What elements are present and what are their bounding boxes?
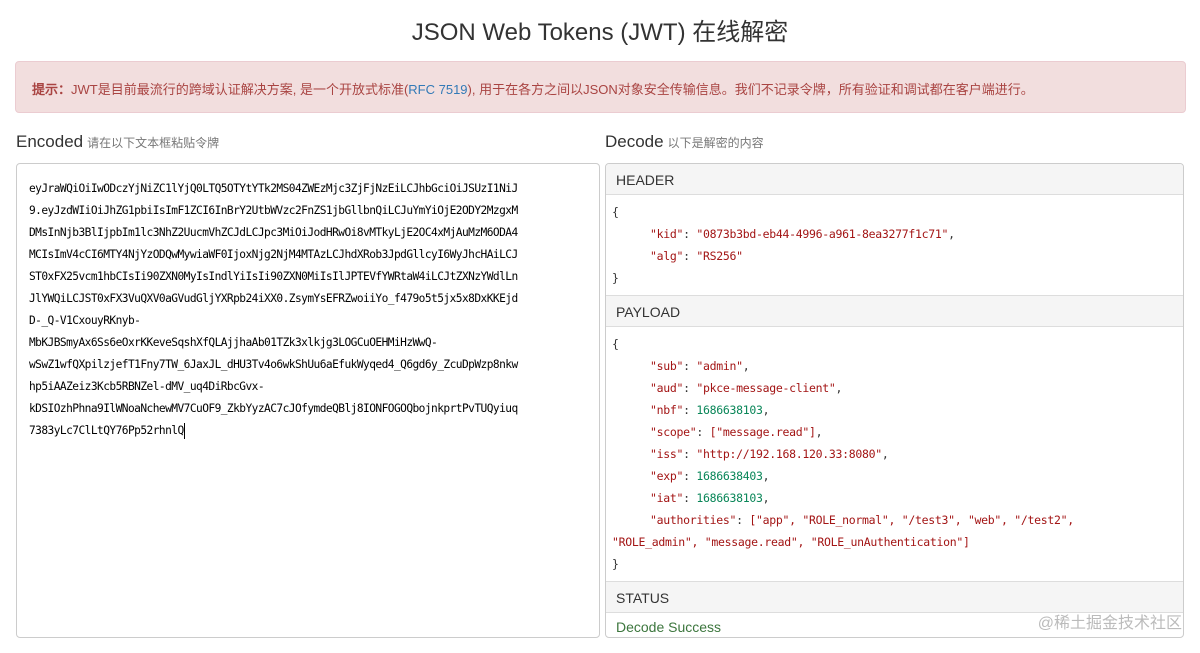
token-line: JlYWQiLCJST0xFX3VuQXV0aGVudGljYXRpb24iXX… <box>29 288 599 310</box>
json-value: 1686638103 <box>696 491 762 505</box>
payload-section-title: PAYLOAD <box>606 296 1183 327</box>
alert-label: 提示： <box>32 82 71 97</box>
json-value: 1686638403 <box>696 469 762 483</box>
json-comma: , <box>835 381 842 395</box>
decode-title: Decode <box>605 132 664 151</box>
encoded-token-textarea[interactable]: eyJraWQiOiIwODczYjNiZC1lYjQ0LTQ5OTYtYTk2… <box>16 163 600 638</box>
json-property: "alg": "RS256" <box>612 245 1177 267</box>
json-property: "nbf": 1686638103, <box>612 399 1177 421</box>
json-comma: , <box>763 491 770 505</box>
header-json: {"kid": "0873b3bd-eb44-4996-a961-8ea3277… <box>606 195 1183 296</box>
json-property: "iat": 1686638103, <box>612 487 1177 509</box>
json-comma: , <box>763 403 770 417</box>
json-key: "kid" <box>650 227 683 241</box>
page-title: JSON Web Tokens (JWT) 在线解密 <box>0 12 1200 47</box>
close-brace: } <box>612 267 1177 289</box>
encoded-title: Encoded <box>16 132 83 151</box>
json-value: 1686638103 <box>696 403 762 417</box>
json-colon: : <box>683 381 696 395</box>
json-key: "exp" <box>650 469 683 483</box>
decode-panel: HEADER {"kid": "0873b3bd-eb44-4996-a961-… <box>605 163 1184 638</box>
text-cursor <box>184 423 185 439</box>
json-value: ["app", "ROLE_normal", "/test3", "web", … <box>749 513 1074 527</box>
token-line: DMsInNjb3BlIjpbIm1lc3NhZ2UucmVhZCJdLCJpc… <box>29 222 599 244</box>
json-key: "authorities" <box>650 513 736 527</box>
close-brace: } <box>612 553 1177 575</box>
json-key: "alg" <box>650 249 683 263</box>
json-key: "iss" <box>650 447 683 461</box>
json-colon: : <box>683 249 696 263</box>
json-property: "sub": "admin", <box>612 355 1177 377</box>
token-line: 9.eyJzdWIiOiJhZG1pbiIsImF1ZCI6InBrY2UtbW… <box>29 200 599 222</box>
json-value: "RS256" <box>696 249 742 263</box>
encoded-hint: 请在以下文本框粘贴令牌 <box>87 136 219 150</box>
json-value: "admin" <box>696 359 742 373</box>
rfc-link[interactable]: RFC 7519 <box>408 82 467 97</box>
json-key: "iat" <box>650 491 683 505</box>
json-comma: , <box>948 227 955 241</box>
json-property: "aud": "pkce-message-client", <box>612 377 1177 399</box>
json-value: "pkce-message-client" <box>696 381 835 395</box>
json-property: "authorities": ["app", "ROLE_normal", "/… <box>612 509 1177 531</box>
alert-text: JWT是目前最流行的跨域认证解决方案, 是一个开放式标准( <box>71 82 408 97</box>
json-value-wrap: "ROLE_admin", "message.read", "ROLE_unAu… <box>612 531 1177 553</box>
token-line: ST0xFX25vcm1hbCIsIi90ZXN0MyIsIndlYiIsIi9… <box>29 266 599 288</box>
token-line: MbKJBSmyAx6Ss6eOxrKKeveSqshXfQLAjjhaAb01… <box>29 332 599 354</box>
json-property: "scope": ["message.read"], <box>612 421 1177 443</box>
json-key: "sub" <box>650 359 683 373</box>
json-colon: : <box>683 403 696 417</box>
decode-hint: 以下是解密的内容 <box>668 136 764 150</box>
decode-heading: Decode 以下是解密的内容 <box>605 132 764 152</box>
watermark: @稀土掘金技术社区 <box>1038 609 1182 633</box>
json-colon: : <box>696 425 709 439</box>
token-line: D-_Q-V1CxouyRKnyb- <box>29 310 599 332</box>
json-comma: , <box>763 469 770 483</box>
json-property: "kid": "0873b3bd-eb44-4996-a961-8ea3277f… <box>612 223 1177 245</box>
token-line: hp5iAAZeiz3Kcb5RBNZel-dMV_uq4DiRbcGvx- <box>29 376 599 398</box>
json-colon: : <box>736 513 749 527</box>
info-alert: 提示：JWT是目前最流行的跨域认证解决方案, 是一个开放式标准(RFC 7519… <box>15 61 1186 113</box>
json-property: "iss": "http://192.168.120.33:8080", <box>612 443 1177 465</box>
json-key: "aud" <box>650 381 683 395</box>
alert-text-after: ), 用于在各方之间以JSON对象安全传输信息。我们不记录令牌，所有验证和调试都… <box>468 82 1034 97</box>
token-line: wSwZ1wfQXpilzjefT1Fny7TW_6JaxJL_dHU3Tv4o… <box>29 354 599 376</box>
open-brace: { <box>612 333 1177 355</box>
json-colon: : <box>683 447 696 461</box>
json-colon: : <box>683 359 696 373</box>
token-line: MCIsImV4cCI6MTY4NjYzODQwMywiaWF0IjoxNjg2… <box>29 244 599 266</box>
json-value: "0873b3bd-eb44-4996-a961-8ea3277f1c71" <box>696 227 948 241</box>
json-property: "exp": 1686638403, <box>612 465 1177 487</box>
json-colon: : <box>683 491 696 505</box>
json-colon: : <box>683 227 696 241</box>
token-line: 7383yLc7ClLtQY76Pp52rhnlQ <box>29 420 599 442</box>
json-key: "scope" <box>650 425 696 439</box>
json-comma: , <box>882 447 889 461</box>
json-comma: , <box>743 359 750 373</box>
json-comma: , <box>816 425 823 439</box>
json-value: ["message.read"] <box>710 425 816 439</box>
json-key: "nbf" <box>650 403 683 417</box>
encoded-heading: Encoded 请在以下文本框粘贴令牌 <box>16 132 219 152</box>
token-line: eyJraWQiOiIwODczYjNiZC1lYjQ0LTQ5OTYtYTk2… <box>29 178 599 200</box>
token-line: kDSIOzhPhna9IlWNoaNchewMV7CuOF9_ZkbYyzAC… <box>29 398 599 420</box>
open-brace: { <box>612 201 1177 223</box>
payload-json: {"sub": "admin","aud": "pkce-message-cli… <box>606 327 1183 582</box>
json-value: "http://192.168.120.33:8080" <box>696 447 881 461</box>
header-section-title: HEADER <box>606 164 1183 195</box>
json-colon: : <box>683 469 696 483</box>
